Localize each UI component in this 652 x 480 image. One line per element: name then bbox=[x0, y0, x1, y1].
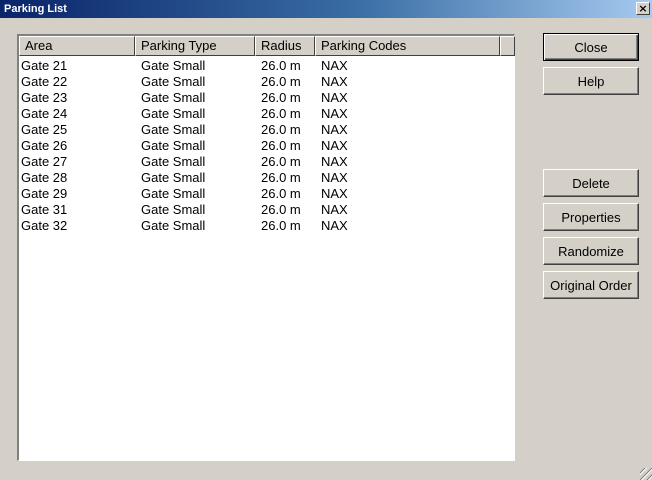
cell-area: Gate 28 bbox=[21, 170, 68, 185]
cell-radius: 26.0 m bbox=[261, 186, 301, 201]
cell-parking-type: Gate Small bbox=[141, 218, 206, 233]
cell-parking-type: Gate Small bbox=[141, 138, 206, 153]
cell-parking-codes: NAX bbox=[321, 58, 348, 73]
cell-radius: 26.0 m bbox=[261, 218, 301, 233]
parking-list-view[interactable]: Area Parking Type Radius Parking Codes G… bbox=[17, 34, 515, 461]
cell-radius: 26.0 m bbox=[261, 202, 301, 217]
cell-parking-type: Gate Small bbox=[141, 154, 206, 169]
cell-area: Gate 27 bbox=[21, 154, 68, 169]
cell-parking-type: Gate Small bbox=[141, 106, 206, 121]
cell-area: Gate 32 bbox=[21, 218, 68, 233]
properties-button[interactable]: Properties bbox=[543, 203, 639, 231]
original-order-button[interactable]: Original Order bbox=[543, 271, 639, 299]
cell-parking-type: Gate Small bbox=[141, 58, 206, 73]
title-bar: Parking List × bbox=[0, 0, 652, 18]
table-row[interactable]: Gate 26 Gate Small 26.0 m NAX bbox=[19, 138, 513, 154]
cell-parking-codes: NAX bbox=[321, 122, 348, 137]
delete-button[interactable]: Delete bbox=[543, 169, 639, 197]
cell-parking-codes: NAX bbox=[321, 90, 348, 105]
list-header: Area Parking Type Radius Parking Codes bbox=[19, 36, 515, 56]
table-row[interactable]: Gate 29 Gate Small 26.0 m NAX bbox=[19, 186, 513, 202]
column-header-area[interactable]: Area bbox=[19, 36, 135, 56]
cell-parking-codes: NAX bbox=[321, 74, 348, 89]
table-row[interactable]: Gate 24 Gate Small 26.0 m NAX bbox=[19, 106, 513, 122]
resize-grip[interactable] bbox=[640, 468, 652, 480]
cell-parking-type: Gate Small bbox=[141, 170, 206, 185]
table-row[interactable]: Gate 22 Gate Small 26.0 m NAX bbox=[19, 74, 513, 90]
table-row[interactable]: Gate 28 Gate Small 26.0 m NAX bbox=[19, 170, 513, 186]
column-header-parking-type[interactable]: Parking Type bbox=[135, 36, 255, 56]
cell-area: Gate 21 bbox=[21, 58, 68, 73]
cell-area: Gate 26 bbox=[21, 138, 68, 153]
cell-radius: 26.0 m bbox=[261, 58, 301, 73]
cell-parking-type: Gate Small bbox=[141, 74, 206, 89]
column-header-parking-codes[interactable]: Parking Codes bbox=[315, 36, 500, 56]
cell-parking-codes: NAX bbox=[321, 106, 348, 121]
cell-parking-codes: NAX bbox=[321, 202, 348, 217]
cell-area: Gate 29 bbox=[21, 186, 68, 201]
cell-parking-codes: NAX bbox=[321, 154, 348, 169]
table-row[interactable]: Gate 32 Gate Small 26.0 m NAX bbox=[19, 218, 513, 234]
cell-parking-type: Gate Small bbox=[141, 122, 206, 137]
cell-parking-codes: NAX bbox=[321, 186, 348, 201]
cell-radius: 26.0 m bbox=[261, 138, 301, 153]
column-header-radius[interactable]: Radius bbox=[255, 36, 315, 56]
list-rows: Gate 21 Gate Small 26.0 m NAX Gate 22 Gate Sm… bbox=[19, 58, 513, 234]
cell-parking-codes: NAX bbox=[321, 218, 348, 233]
table-row[interactable]: Gate 23 Gate Small 26.0 m NAX bbox=[19, 90, 513, 106]
cell-radius: 26.0 m bbox=[261, 74, 301, 89]
help-button[interactable]: Help bbox=[543, 67, 639, 95]
table-row[interactable]: Gate 21 Gate Small 26.0 m NAX bbox=[19, 58, 513, 74]
cell-radius: 26.0 m bbox=[261, 106, 301, 121]
cell-area: Gate 24 bbox=[21, 106, 68, 121]
cell-radius: 26.0 m bbox=[261, 170, 301, 185]
cell-radius: 26.0 m bbox=[261, 90, 301, 105]
window-title: Parking List bbox=[4, 3, 67, 15]
cell-parking-codes: NAX bbox=[321, 138, 348, 153]
cell-area: Gate 22 bbox=[21, 74, 68, 89]
close-button[interactable]: Close bbox=[543, 33, 639, 61]
cell-radius: 26.0 m bbox=[261, 154, 301, 169]
cell-parking-type: Gate Small bbox=[141, 186, 206, 201]
cell-parking-codes: NAX bbox=[321, 170, 348, 185]
cell-area: Gate 23 bbox=[21, 90, 68, 105]
close-icon[interactable]: × bbox=[636, 2, 650, 15]
cell-area: Gate 31 bbox=[21, 202, 68, 217]
cell-parking-type: Gate Small bbox=[141, 202, 206, 217]
column-header-filler bbox=[500, 36, 515, 56]
cell-radius: 26.0 m bbox=[261, 122, 301, 137]
cell-parking-type: Gate Small bbox=[141, 90, 206, 105]
table-row[interactable]: Gate 31 Gate Small 26.0 m NAX bbox=[19, 202, 513, 218]
table-row[interactable]: Gate 25 Gate Small 26.0 m NAX bbox=[19, 122, 513, 138]
cell-area: Gate 25 bbox=[21, 122, 68, 137]
table-row[interactable]: Gate 27 Gate Small 26.0 m NAX bbox=[19, 154, 513, 170]
randomize-button[interactable]: Randomize bbox=[543, 237, 639, 265]
